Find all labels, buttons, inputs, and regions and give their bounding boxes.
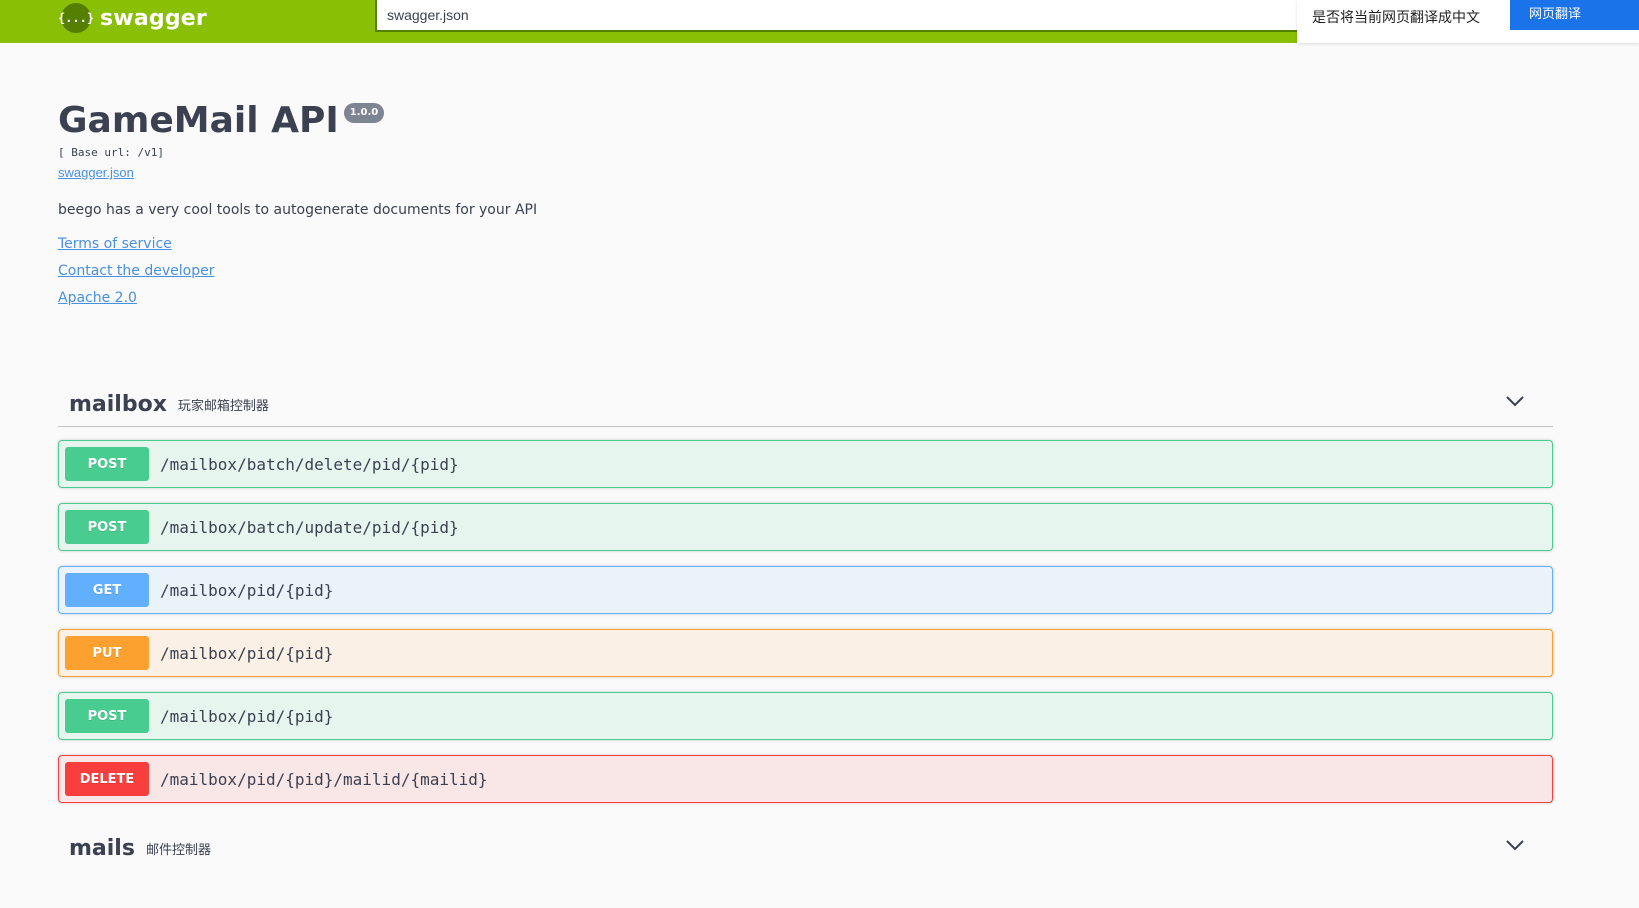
terms-of-service-link[interactable]: Terms of service — [58, 236, 1058, 252]
base-url: [ Base url: /v1] — [58, 146, 164, 159]
opblock-post[interactable]: POST /mailbox/batch/delete/pid/{pid} — [58, 440, 1553, 488]
spec-json-link[interactable]: swagger.json — [58, 165, 134, 180]
operation-path: /mailbox/pid/{pid}/mailid/{mailid} — [160, 769, 488, 789]
tag-header-mails[interactable]: mails 邮件控制器 — [58, 826, 1553, 871]
api-title: GameMail API — [58, 100, 339, 141]
swagger-logo-text: swagger — [100, 5, 207, 31]
operation-path: /mailbox/pid/{pid} — [160, 643, 334, 663]
opblock-get[interactable]: GET /mailbox/pid/{pid} — [58, 566, 1553, 614]
version-badge: 1.0.0 — [343, 103, 385, 123]
contact-developer-link[interactable]: Contact the developer — [58, 263, 1058, 279]
method-badge: POST — [65, 447, 149, 481]
method-badge: DELETE — [65, 762, 149, 796]
swagger-logo-icon: {...} — [58, 3, 94, 33]
api-description: beego has a very cool tools to autogener… — [58, 202, 538, 218]
operation-path: /mailbox/pid/{pid} — [160, 580, 334, 600]
title-row: GameMail API 1.0.0 — [58, 97, 1058, 145]
chevron-down-icon[interactable] — [1505, 838, 1525, 852]
method-badge: PUT — [65, 636, 149, 670]
tag-description: 邮件控制器 — [145, 843, 211, 858]
api-info: GameMail API 1.0.0 [ Base url: /v1] swag… — [58, 97, 1058, 306]
operation-path: /mailbox/batch/update/pid/{pid} — [160, 517, 459, 537]
opblock-post[interactable]: POST /mailbox/batch/update/pid/{pid} — [58, 503, 1553, 551]
method-badge: GET — [65, 573, 149, 607]
translate-prompt: 是否将当前网页翻译成中文 — [1312, 10, 1480, 26]
method-badge: POST — [65, 510, 149, 544]
tag-description: 玩家邮箱控制器 — [177, 398, 269, 414]
license-link[interactable]: Apache 2.0 — [58, 290, 1058, 306]
translate-page-button[interactable]: 网页翻译 — [1510, 0, 1639, 30]
operation-path: /mailbox/batch/delete/pid/{pid} — [160, 454, 459, 474]
opblock-put[interactable]: PUT /mailbox/pid/{pid} — [58, 629, 1553, 677]
tag-name: mailbox — [69, 391, 167, 417]
opblock-delete[interactable]: DELETE /mailbox/pid/{pid}/mailid/{mailid… — [58, 755, 1553, 803]
opblock-post[interactable]: POST /mailbox/pid/{pid} — [58, 692, 1553, 740]
swagger-logo[interactable]: {...} swagger — [58, 3, 207, 33]
tag-header-mailbox[interactable]: mailbox 玩家邮箱控制器 — [58, 382, 1553, 427]
method-badge: POST — [65, 699, 149, 733]
tag-name: mails — [69, 836, 135, 861]
operation-path: /mailbox/pid/{pid} — [160, 706, 334, 726]
chevron-down-icon[interactable] — [1505, 394, 1525, 408]
translate-popup: 是否将当前网页翻译成中文 网页翻译 — [1297, 0, 1639, 43]
spec-url-input[interactable] — [375, 0, 1300, 32]
